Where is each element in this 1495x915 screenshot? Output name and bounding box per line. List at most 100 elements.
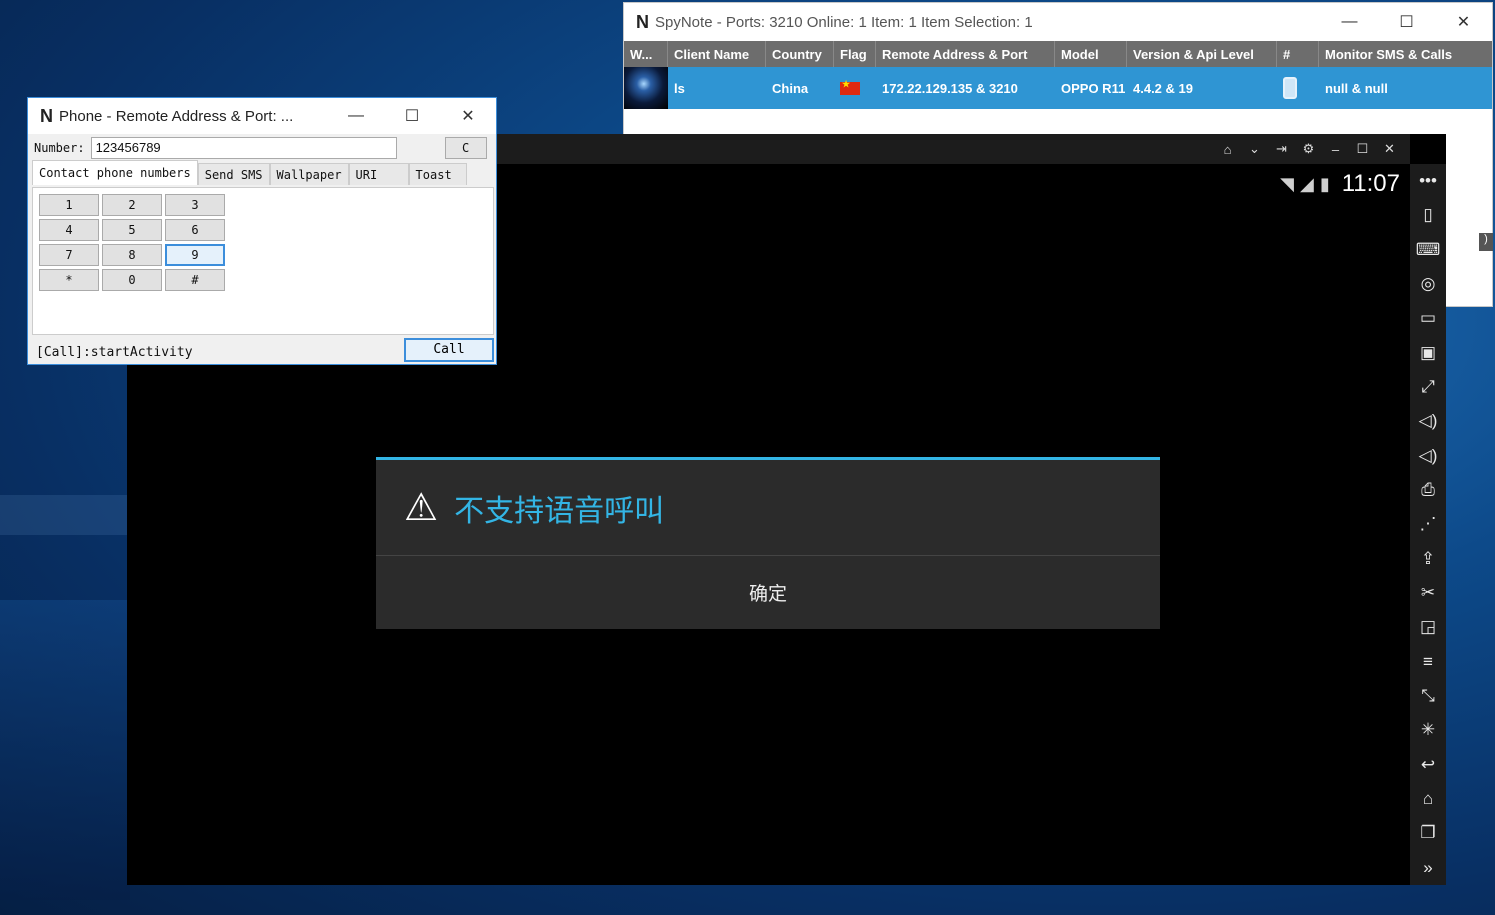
wifi-icon: ◥ [1280, 173, 1294, 194]
clear-button[interactable]: C [444, 137, 487, 159]
shake-icon[interactable]: ▯ [1423, 198, 1432, 232]
cell-model: OPPO R11 [1061, 80, 1126, 96]
phone-close-button[interactable]: ✕ [440, 98, 496, 134]
key-8[interactable]: 8 [102, 244, 162, 266]
multi-window-icon[interactable]: ◲ [1420, 610, 1436, 644]
number-label: Number: [34, 141, 85, 155]
phone-device-icon [1277, 67, 1319, 109]
chevron-down-icon[interactable]: ⌄ [1246, 141, 1263, 157]
key-hash[interactable]: # [165, 269, 225, 291]
printer-icon[interactable]: ⎙ [1421, 473, 1435, 507]
record-icon[interactable]: ⋰ [1420, 507, 1437, 541]
phone-logo-icon: N [40, 105, 53, 126]
alert-dialog: ⚠ 不支持语音呼叫 确定 [376, 457, 1160, 629]
call-button[interactable]: Call [404, 338, 494, 362]
col-flag[interactable]: Flag [834, 41, 876, 67]
volume-down-icon[interactable]: ◁) [1419, 439, 1438, 473]
gear-icon[interactable]: ⚙ [1300, 141, 1317, 157]
china-flag-icon [834, 67, 876, 109]
warning-icon: ⚠ [404, 487, 439, 529]
confirm-button[interactable]: 确定 [376, 556, 1160, 628]
pin-icon[interactable]: ⇥ [1273, 141, 1290, 157]
menu-icon[interactable]: ≡ [1423, 645, 1433, 679]
close-icon[interactable]: ✕ [1381, 141, 1398, 157]
key-6[interactable]: 6 [165, 219, 225, 241]
col-monitor[interactable]: Monitor SMS & Calls [1319, 41, 1480, 67]
minimize-icon[interactable]: – [1327, 142, 1344, 157]
col-model[interactable]: Model [1055, 41, 1127, 67]
col-wallpaper[interactable]: W... [624, 41, 668, 67]
key-7[interactable]: 7 [39, 244, 99, 266]
phone-titlebar: N Phone - Remote Address & Port: ... — ☐… [28, 98, 496, 134]
table-row[interactable]: ls China 172.22.129.135 & 3210 OPPO R11 … [624, 67, 1492, 109]
dial-keypad: 1 2 3 4 5 6 7 8 9 * 0 # [39, 194, 225, 291]
tab-toast[interactable]: Toast [408, 163, 467, 185]
cell-version: 4.4.2 & 19 [1133, 80, 1193, 96]
expand-icon[interactable]: » [1423, 851, 1432, 885]
tab-send-sms[interactable]: Send SMS [197, 163, 270, 185]
recents-icon[interactable]: ❐ [1420, 816, 1435, 850]
spynote-titlebar: N SpyNote - Ports: 3210 Online: 1 Item: … [624, 3, 1492, 41]
wallpaper-thumbnail [624, 67, 668, 109]
call-status: [Call]:startActivity [36, 345, 193, 360]
cell-country: China [772, 80, 809, 96]
edge-tab[interactable]: ) [1479, 233, 1493, 251]
signal-icon: ◢ [1299, 173, 1314, 194]
android-home-icon[interactable]: ⌂ [1423, 782, 1433, 816]
key-3[interactable]: 3 [165, 194, 225, 216]
loading-icon[interactable]: ✳ [1421, 713, 1435, 747]
battery-icon: ▮ [1319, 173, 1330, 194]
phone-tabs: Contact phone numbers Send SMS Wallpaper… [32, 160, 496, 185]
key-2[interactable]: 2 [102, 194, 162, 216]
emulator-sidebar: ••• ▯ ⌨ ◎ ▭ ▣ ⤢ ◁) ◁) ⎙ ⋰ ⇪ ✂ ◲ ≡ ⤡ ✳ ↩ … [1410, 164, 1446, 885]
location-icon[interactable]: ◎ [1421, 267, 1436, 301]
tab-contact-phone-numbers[interactable]: Contact phone numbers [32, 160, 198, 185]
tab-wallpaper[interactable]: Wallpaper [269, 163, 349, 185]
close-button[interactable]: ✕ [1435, 3, 1492, 41]
desktop-background [0, 495, 130, 535]
col-client-name[interactable]: Client Name [668, 41, 766, 67]
key-9[interactable]: 9 [165, 244, 225, 266]
key-4[interactable]: 4 [39, 219, 99, 241]
maximize-icon[interactable]: ☐ [1354, 141, 1371, 157]
key-0[interactable]: 0 [102, 269, 162, 291]
minimize-button[interactable]: — [1321, 3, 1378, 41]
client-table-header: W... Client Name Country Flag Remote Add… [624, 41, 1492, 67]
key-1[interactable]: 1 [39, 194, 99, 216]
home-icon[interactable]: ⌂ [1219, 142, 1236, 157]
phone-maximize-button[interactable]: ☐ [384, 98, 440, 134]
number-row: Number: 123456789 C [28, 134, 496, 162]
keyboard-icon[interactable]: ⌨ [1416, 233, 1441, 267]
col-country[interactable]: Country [766, 41, 834, 67]
spynote-title: SpyNote - Ports: 3210 Online: 1 Item: 1 … [655, 13, 1033, 31]
key-5[interactable]: 5 [102, 219, 162, 241]
phone-minimize-button[interactable]: — [328, 98, 384, 134]
tab-panel: 1 2 3 4 5 6 7 8 9 * 0 # [32, 187, 494, 335]
cell-client-name: ls [674, 80, 685, 96]
clock: 11:07 [1341, 170, 1400, 197]
col-device[interactable]: # [1277, 41, 1319, 67]
spynote-logo-icon: N [636, 11, 649, 32]
tab-uri[interactable]: URI [348, 163, 409, 185]
number-input[interactable]: 123456789 [90, 137, 397, 159]
screenshot-icon[interactable]: ▣ [1420, 336, 1436, 370]
dialog-header: ⚠ 不支持语音呼叫 [376, 460, 1160, 556]
resize-icon[interactable]: ⤡ [1421, 679, 1435, 713]
phone-title: Phone - Remote Address & Port: ... [59, 107, 294, 125]
screen-icon[interactable]: ▭ [1420, 301, 1436, 335]
desktop-background-lower [0, 600, 130, 900]
fullscreen-icon[interactable]: ⤢ [1421, 370, 1435, 404]
back-icon[interactable]: ↩ [1421, 748, 1435, 782]
col-version[interactable]: Version & Api Level [1127, 41, 1277, 67]
key-star[interactable]: * [39, 269, 99, 291]
volume-up-icon[interactable]: ◁) [1419, 404, 1438, 438]
maximize-button[interactable]: ☐ [1378, 3, 1435, 41]
apk-install-icon[interactable]: ⇪ [1421, 542, 1435, 576]
phone-window: N Phone - Remote Address & Port: ... — ☐… [27, 97, 497, 365]
more-icon[interactable]: ••• [1419, 164, 1437, 198]
scissors-icon[interactable]: ✂ [1421, 576, 1435, 610]
col-remote-address[interactable]: Remote Address & Port [876, 41, 1055, 67]
cell-remote-address: 172.22.129.135 & 3210 [882, 80, 1018, 96]
dialog-title: 不支持语音呼叫 [454, 494, 665, 528]
cell-monitor: null & null [1325, 80, 1388, 96]
